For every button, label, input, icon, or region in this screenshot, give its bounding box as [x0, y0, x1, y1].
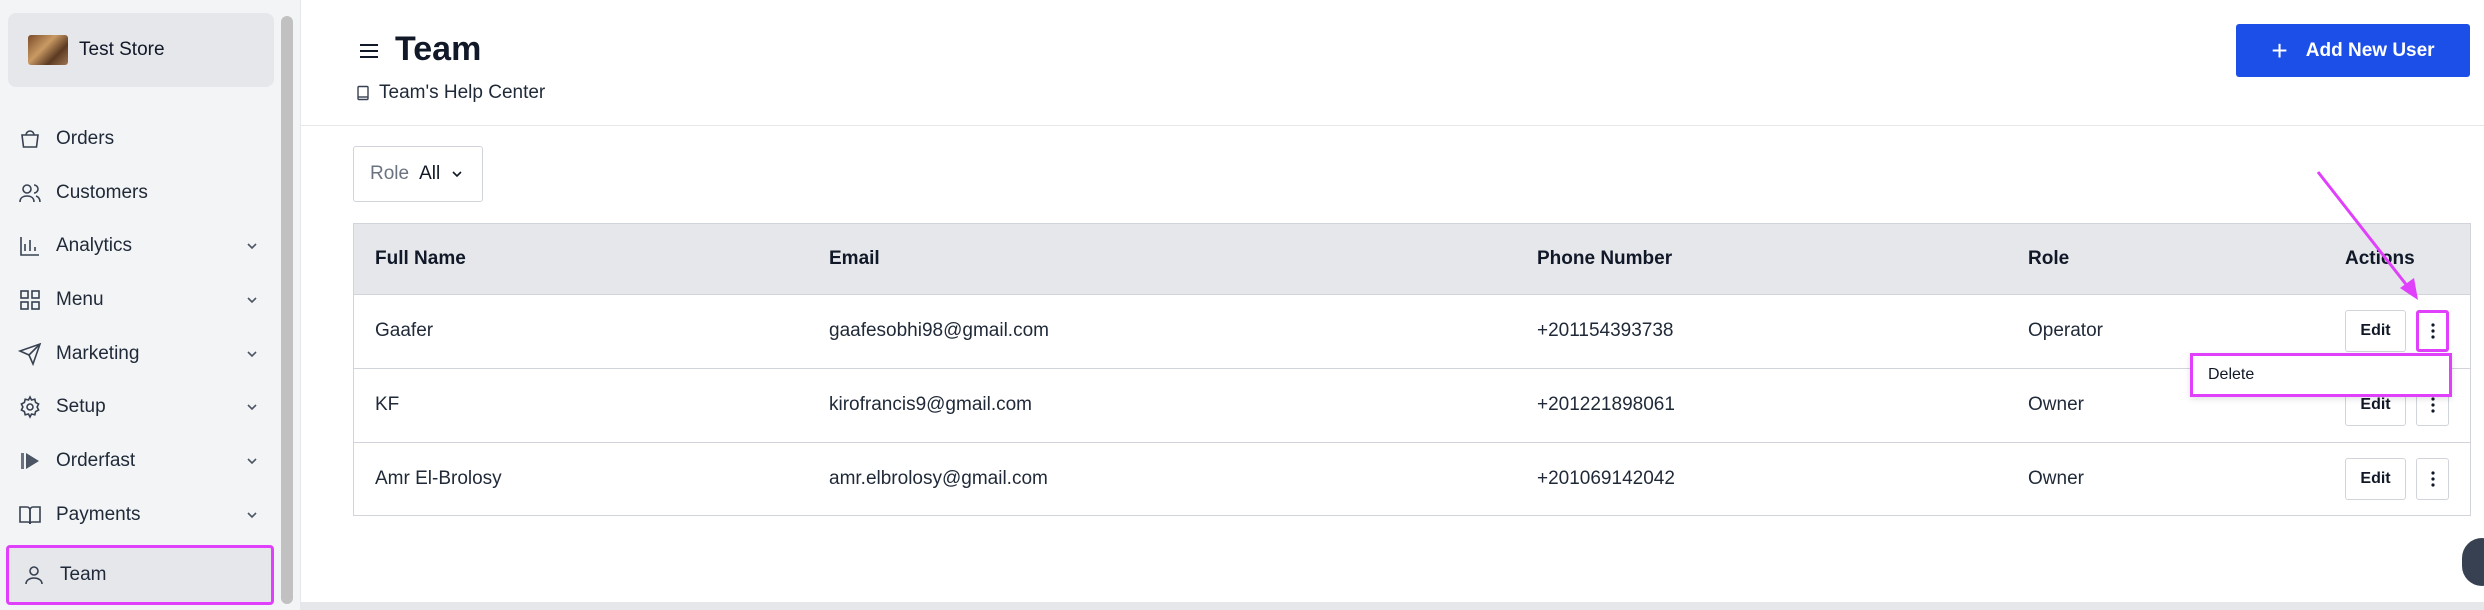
hamburger-menu-icon[interactable]: [357, 39, 381, 63]
team-table: Full Name Email Phone Number Role Action…: [353, 223, 2471, 516]
role-filter-value: All: [419, 163, 441, 184]
chevron-down-icon: [452, 171, 462, 178]
sidebar-item-orders[interactable]: Orders: [0, 112, 280, 166]
shopping-bag-icon: [21, 130, 39, 148]
more-vertical-icon: [2430, 397, 2435, 413]
more-vertical-icon: [2430, 323, 2435, 339]
sidebar-item-customers[interactable]: Customers: [0, 166, 280, 220]
book-icon: [19, 505, 41, 524]
delete-menu-item[interactable]: Delete: [2208, 366, 2254, 384]
help-center-link[interactable]: Team's Help Center: [355, 82, 545, 104]
horizontal-scrollbar[interactable]: [300, 602, 2484, 610]
sidebar-item-label: Menu: [56, 288, 104, 310]
column-header-role[interactable]: Role: [2028, 224, 2069, 294]
sidebar-nav: Orders Customers Analytics Menu Marketin…: [0, 112, 280, 605]
column-header-email[interactable]: Email: [829, 224, 880, 294]
add-new-user-button[interactable]: + Add New User: [2236, 24, 2470, 77]
column-header-phone[interactable]: Phone Number: [1537, 224, 1672, 294]
plus-icon: +: [2271, 34, 2288, 66]
chevron-down-icon: [247, 297, 257, 304]
cell-role: Owner: [2028, 394, 2084, 415]
users-icon: [19, 183, 41, 202]
table-row: KF kirofrancis9@gmail.com +201221898061 …: [354, 368, 2470, 443]
sidebar-item-payments[interactable]: Payments: [0, 488, 280, 542]
role-filter-label: Role: [370, 163, 410, 184]
sidebar-item-marketing[interactable]: Marketing: [0, 327, 280, 381]
table-header: Full Name Email Phone Number Role Action…: [354, 224, 2470, 295]
role-filter-dropdown[interactable]: Role All: [353, 146, 483, 202]
more-vertical-icon: [2430, 471, 2435, 487]
cell-role: Owner: [2028, 468, 2084, 489]
send-icon: [18, 342, 42, 366]
sidebar-item-label: Payments: [56, 503, 141, 525]
table-row: Gaafer gaafesobhi98@gmail.com +201154393…: [354, 294, 2470, 369]
page-title: Team: [395, 30, 482, 68]
store-logo: [28, 35, 68, 65]
cell-email: kirofrancis9@gmail.com: [829, 394, 1033, 415]
help-center-label: Team's Help Center: [379, 82, 546, 103]
store-switcher[interactable]: Test Store: [8, 13, 274, 87]
edit-button[interactable]: Edit: [2345, 458, 2406, 500]
cell-email: gaafesobhi98@gmail.com: [829, 320, 1049, 341]
sidebar-item-label: Orders: [56, 127, 115, 149]
sidebar-item-label: Analytics: [56, 235, 133, 257]
help-chat-widget-icon[interactable]: [2462, 538, 2484, 586]
chevron-down-icon: [247, 404, 257, 411]
header-divider: [301, 125, 2484, 126]
table-row: Amr El-Brolosy amr.elbrolosy@gmail.com +…: [354, 442, 2470, 516]
sidebar-item-label: Customers: [56, 181, 148, 203]
sidebar: Test Store Orders Customers Analytics Me…: [0, 0, 300, 610]
sidebar-item-menu[interactable]: Menu: [0, 273, 280, 327]
cell-full-name: Gaafer: [375, 320, 434, 341]
user-icon: [25, 565, 43, 584]
sidebar-item-label: Team: [60, 563, 107, 585]
cell-phone: +201069142042: [1537, 468, 1675, 489]
orderfast-logo-icon: [21, 452, 39, 469]
bar-chart-icon: [20, 237, 39, 257]
chevron-down-icon: [247, 351, 257, 357]
store-name: Test Store: [79, 39, 165, 60]
sidebar-item-label: Setup: [56, 396, 106, 418]
row-actions-menu: Delete: [2190, 353, 2452, 397]
add-new-user-label: Add New User: [2305, 39, 2435, 61]
sidebar-divider: [300, 0, 301, 610]
sidebar-item-team[interactable]: Team: [6, 544, 274, 605]
sidebar-item-label: Orderfast: [56, 449, 136, 471]
cell-email: amr.elbrolosy@gmail.com: [829, 468, 1048, 489]
book-icon: [357, 85, 369, 101]
annotation-arrow-icon: [2316, 171, 2418, 300]
chevron-down-icon: [247, 512, 257, 518]
gear-icon: [20, 395, 40, 420]
column-header-full-name[interactable]: Full Name: [375, 224, 466, 294]
sidebar-item-setup[interactable]: Setup: [0, 380, 280, 434]
chevron-down-icon: [247, 243, 257, 250]
sidebar-item-orderfast[interactable]: Orderfast: [0, 434, 280, 488]
chevron-down-icon: [247, 458, 257, 465]
sidebar-item-label: Marketing: [56, 342, 140, 364]
more-actions-button[interactable]: [2416, 458, 2449, 500]
sidebar-item-analytics[interactable]: Analytics: [0, 219, 280, 273]
cell-phone: +201221898061: [1537, 394, 1675, 415]
cell-full-name: Amr El-Brolosy: [375, 468, 502, 489]
grid-icon: [20, 290, 40, 310]
cell-phone: +201154393738: [1537, 320, 1674, 341]
sidebar-scrollbar-thumb[interactable]: [281, 16, 293, 604]
cell-full-name: KF: [375, 394, 400, 415]
cell-role: Operator: [2028, 320, 2103, 341]
